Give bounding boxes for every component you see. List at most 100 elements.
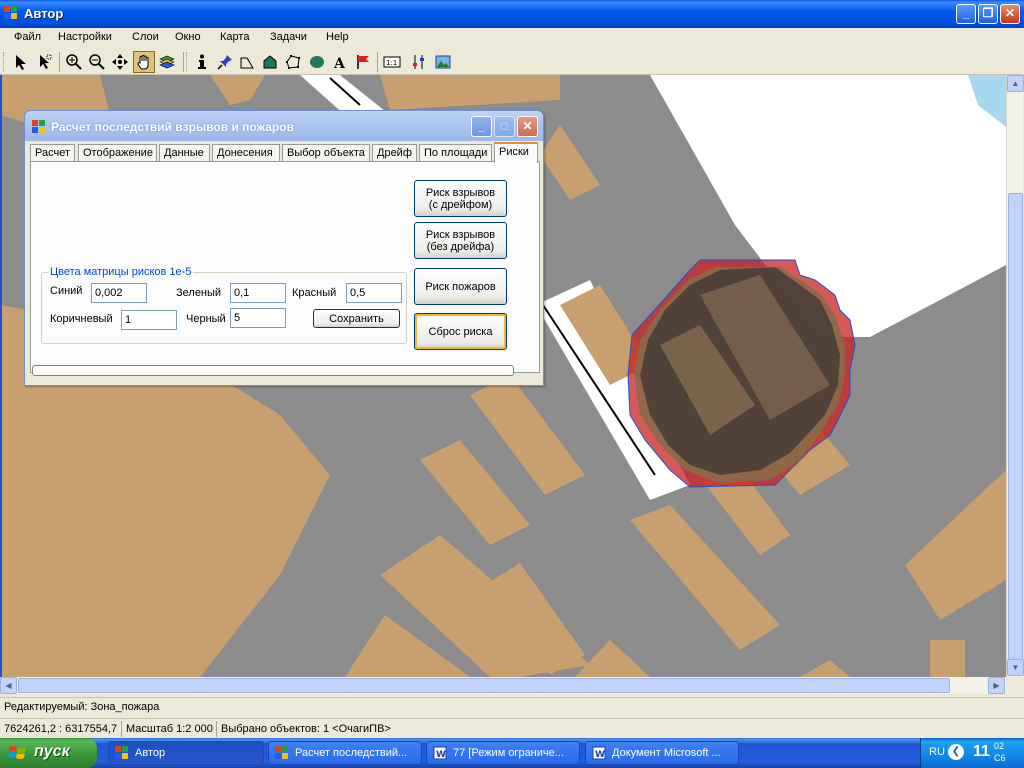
risk-colors-groupbox: Цвета матрицы рисков 1е-5 Синий 0,002 Зе… xyxy=(41,266,407,344)
tab-calculation[interactable]: Расчет xyxy=(30,144,75,162)
scale-text: Масштаб 1:2 000 xyxy=(126,723,213,735)
language-indicator[interactable]: RU xyxy=(929,746,945,758)
system-tray: RU ❮ 11 02 С6 xyxy=(920,738,1024,768)
button-label: Риск пожаров xyxy=(425,280,496,293)
taskbar-item-word-doc[interactable]: W Документ Microsoft ... xyxy=(585,741,739,765)
scroll-left-arrow-icon[interactable]: ◀ xyxy=(0,677,17,694)
red-label: Красный xyxy=(292,287,337,299)
editing-layer-text: Редактируемый: Зона_пожара xyxy=(4,701,160,713)
blue-label: Синий xyxy=(50,285,83,297)
menu-help[interactable]: Help xyxy=(326,31,349,43)
start-label: пуск xyxy=(34,743,70,760)
toolbar-grip[interactable] xyxy=(186,52,189,72)
task-label: Документ Microsoft ... xyxy=(612,747,721,759)
svg-text:W: W xyxy=(595,750,605,760)
svg-text:A: A xyxy=(333,56,346,70)
toolbar-grip[interactable] xyxy=(3,52,6,72)
tab-risks[interactable]: Риски xyxy=(494,142,538,163)
dialog-close-button[interactable]: ✕ xyxy=(517,116,538,137)
tab-reports[interactable]: Донесения xyxy=(212,144,280,162)
task-label: Расчет последствий... xyxy=(295,747,408,759)
close-button[interactable]: ✕ xyxy=(1000,4,1020,24)
windows-logo-icon xyxy=(8,746,26,759)
menu-window[interactable]: Окно xyxy=(175,31,201,43)
zoom-in-icon[interactable] xyxy=(63,51,85,73)
app-icon xyxy=(275,746,288,759)
pin-icon[interactable] xyxy=(214,51,236,73)
reset-risk-button[interactable]: Сброс риска xyxy=(414,313,507,350)
menu-map[interactable]: Карта xyxy=(220,31,249,43)
green-value-input[interactable]: 0,1 xyxy=(230,283,286,303)
toolbar-separator xyxy=(183,52,184,72)
scroll-right-arrow-icon[interactable]: ▶ xyxy=(988,677,1005,694)
risk-explosion-nodrift-button[interactable]: Риск взрывов (без дрейфа) xyxy=(414,222,507,259)
horizontal-scrollbar[interactable]: ◀ ▶ xyxy=(0,677,1006,694)
dialog-minimize-button[interactable]: _ xyxy=(471,116,492,137)
dialog-title-bar[interactable]: Расчет последствий взрывов и пожаров _ □… xyxy=(25,111,543,141)
menu-layers[interactable]: Слои xyxy=(132,31,159,43)
start-button[interactable]: пуск xyxy=(0,738,97,768)
scroll-up-arrow-icon[interactable]: ▲ xyxy=(1007,75,1024,92)
scroll-down-arrow-icon[interactable]: ▼ xyxy=(1007,659,1024,676)
blue-value-input[interactable]: 0,002 xyxy=(91,283,147,303)
hand-icon[interactable] xyxy=(133,51,155,73)
properties-icon[interactable] xyxy=(408,51,430,73)
taskbar-item-calc[interactable]: Расчет последствий... xyxy=(268,741,422,765)
risk-explosion-drift-button[interactable]: Риск взрывов (с дрейфом) xyxy=(414,180,507,217)
task-label: 77 [Режим ограниче... xyxy=(453,747,564,759)
pan-move-icon[interactable] xyxy=(109,51,131,73)
scale-icon[interactable]: 1:1 xyxy=(381,51,403,73)
coords-text: 7624261,2 : 6317554,7 xyxy=(4,723,118,735)
taskbar-item-avtor[interactable]: Автор xyxy=(108,741,264,765)
ellipse-icon[interactable] xyxy=(306,51,328,73)
select-arrow-icon[interactable] xyxy=(10,51,32,73)
restore-button[interactable]: ❐ xyxy=(978,4,998,24)
image-icon[interactable] xyxy=(432,51,454,73)
info-icon[interactable] xyxy=(191,51,213,73)
tab-display[interactable]: Отображение xyxy=(78,144,157,162)
language-arrow-icon[interactable]: ❮ xyxy=(948,744,964,760)
edit-status-bar: Редактируемый: Зона_пожара xyxy=(0,697,1024,716)
minimize-button[interactable]: _ xyxy=(956,4,976,24)
layers-icon[interactable] xyxy=(156,51,178,73)
poly-icon[interactable] xyxy=(282,51,304,73)
tab-data[interactable]: Данные xyxy=(159,144,210,162)
button-label: Риск взрывов xyxy=(425,228,496,241)
select-pointer-icon[interactable] xyxy=(34,51,56,73)
clock-hour[interactable]: 11 xyxy=(973,743,990,761)
toolbar-separator xyxy=(377,52,378,72)
progress-bar xyxy=(32,365,514,376)
horizontal-scroll-thumb[interactable] xyxy=(18,678,950,693)
dialog-title: Расчет последствий взрывов и пожаров xyxy=(51,120,294,134)
brown-value-input[interactable]: 1 xyxy=(121,310,177,330)
save-button[interactable]: Сохранить xyxy=(313,309,400,328)
taskbar-item-word-restricted[interactable]: W 77 [Режим ограниче... xyxy=(426,741,580,765)
flag-icon[interactable] xyxy=(352,51,374,73)
dialog-maximize-button[interactable]: □ xyxy=(494,116,515,137)
vertical-scrollbar[interactable]: ▲ ▼ xyxy=(1006,75,1024,677)
explosion-fire-dialog: Расчет последствий взрывов и пожаров _ □… xyxy=(24,110,544,386)
vertical-scroll-thumb[interactable] xyxy=(1008,193,1023,663)
risk-fire-button[interactable]: Риск пожаров xyxy=(414,268,507,305)
window-title: Автор xyxy=(24,6,64,21)
menu-settings[interactable]: Настройки xyxy=(58,31,112,43)
svg-text:1:1: 1:1 xyxy=(386,59,397,67)
task-label: Автор xyxy=(135,747,166,759)
risks-tab-panel: Риск взрывов (с дрейфом) Риск взрывов (б… xyxy=(30,161,540,373)
tab-object-select[interactable]: Выбор объекта xyxy=(282,144,370,162)
menu-tasks[interactable]: Задачи xyxy=(270,31,307,43)
polyline-icon[interactable] xyxy=(236,51,258,73)
clock-minutes-bottom: С6 xyxy=(994,753,1006,763)
red-value-input[interactable]: 0,5 xyxy=(346,283,402,303)
text-icon[interactable]: A xyxy=(329,51,351,73)
tab-by-area[interactable]: По площади xyxy=(419,144,492,162)
clock-minutes-top: 02 xyxy=(994,741,1005,751)
polygon-icon[interactable] xyxy=(259,51,281,73)
button-label: Сохранить xyxy=(329,312,384,325)
main-title-bar[interactable]: Автор _ ❐ ✕ xyxy=(0,0,1024,28)
zoom-out-icon[interactable] xyxy=(86,51,108,73)
menu-file[interactable]: Файл xyxy=(14,31,41,43)
green-label: Зеленый xyxy=(176,287,222,299)
tab-drift[interactable]: Дрейф xyxy=(372,144,417,162)
black-value-input[interactable]: 5 xyxy=(230,308,286,328)
